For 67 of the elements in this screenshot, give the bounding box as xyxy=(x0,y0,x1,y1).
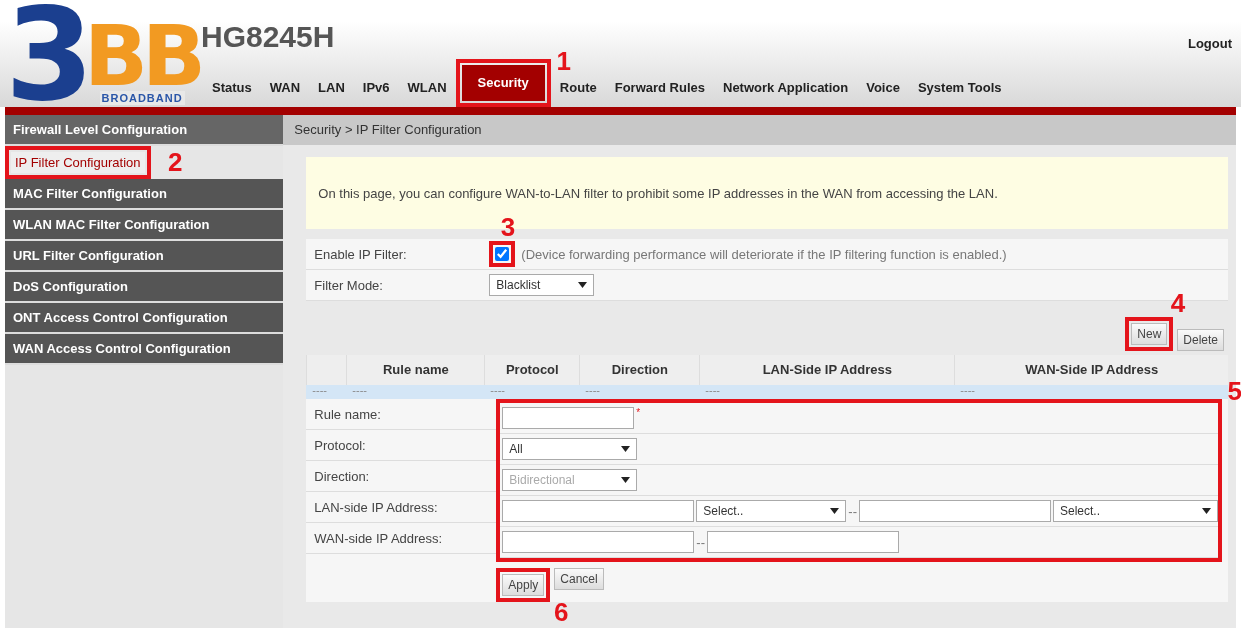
sidebar-item[interactable]: WLAN MAC Filter Configuration xyxy=(5,210,284,241)
warning-note: (Device forwarding performance will deteriorate if the IP filtering function is enabled.) xyxy=(521,246,1007,262)
nav-tab[interactable]: WAN xyxy=(260,78,310,107)
sidebar-item[interactable]: IP Filter Configuration xyxy=(11,152,145,173)
text-field[interactable] xyxy=(502,500,695,522)
nav-tab[interactable]: Voice xyxy=(857,78,909,107)
annotation-number: 4 xyxy=(1170,291,1186,315)
text-field[interactable] xyxy=(859,500,1051,522)
dropdown[interactable]: Select.. xyxy=(696,500,847,522)
field-label: Filter Mode: xyxy=(313,277,384,293)
dropdown[interactable]: All xyxy=(502,438,638,460)
nav-tab[interactable]: WLAN xyxy=(398,78,456,107)
sidebar-item[interactable]: Firewall Level Configuration xyxy=(5,115,284,146)
table-cell: ---- xyxy=(954,385,1228,399)
annotation-number: 2 xyxy=(168,150,183,174)
caret-icon xyxy=(621,477,631,483)
field-label: Rule name: xyxy=(313,406,381,422)
field-label: LAN-side IP Address: xyxy=(313,499,438,515)
device-model: HG8245H xyxy=(201,20,335,54)
text-field[interactable] xyxy=(502,531,695,553)
nav-tab[interactable]: Network Application xyxy=(714,78,858,107)
annotation-number: 6 xyxy=(553,600,569,624)
sidebar-item[interactable]: MAC Filter Configuration xyxy=(5,179,284,210)
form-button[interactable]: Apply xyxy=(502,574,545,596)
field-label: WAN-side IP Address: xyxy=(313,530,443,546)
sidebar-item[interactable]: WAN Access Control Configuration xyxy=(5,334,284,365)
caret-icon xyxy=(621,446,631,452)
field-label: Direction: xyxy=(313,468,370,484)
action-button[interactable]: Delete xyxy=(1177,329,1224,351)
nav-tab[interactable]: LAN xyxy=(309,78,354,107)
nav-tab[interactable]: Security xyxy=(461,65,545,101)
annotation-number: 5 xyxy=(1227,379,1241,403)
form-button[interactable]: Cancel xyxy=(554,568,604,590)
nav-tab[interactable]: Forward Rules xyxy=(605,78,714,107)
annotation-number: 1 xyxy=(556,49,571,73)
table-cell: ---- xyxy=(579,385,700,399)
logo-letters: BB xyxy=(84,21,201,91)
table-cell: ---- xyxy=(346,385,485,399)
sidebar-item[interactable]: ONT Access Control Configuration xyxy=(5,303,284,334)
range-dash: -- xyxy=(696,534,705,550)
sidebar-item[interactable]: DoS Configuration xyxy=(5,272,284,303)
field-label: Enable IP Filter: xyxy=(313,246,408,262)
checkbox[interactable] xyxy=(495,247,510,261)
caret-icon xyxy=(830,508,840,514)
caret-icon xyxy=(1202,508,1211,514)
nav-tab[interactable]: IPv6 xyxy=(353,78,399,107)
annotation-number: 3 xyxy=(500,215,516,239)
dropdown[interactable]: Select.. xyxy=(1053,500,1218,522)
nav-tab[interactable]: Route xyxy=(550,78,606,107)
logo-numeral: 3 xyxy=(5,3,87,107)
nav-tab[interactable]: Status xyxy=(203,78,261,107)
nav-tab[interactable]: System Tools xyxy=(908,78,1011,107)
table-cell: ---- xyxy=(306,385,347,399)
breadcrumb: Security > IP Filter Configuration xyxy=(283,115,1236,145)
text-field[interactable] xyxy=(502,407,635,429)
dropdown[interactable]: Blacklist xyxy=(489,274,595,296)
logout-link[interactable]: Logout xyxy=(1187,36,1232,51)
caret-icon xyxy=(578,282,588,288)
field-label: Protocol: xyxy=(313,437,366,453)
table-cell: ---- xyxy=(484,385,580,399)
table-cell: ---- xyxy=(699,385,955,399)
logo-tagline: BROADBAND xyxy=(99,91,185,105)
sidebar-item[interactable]: URL Filter Configuration xyxy=(5,241,284,272)
required-mark: * xyxy=(636,407,641,418)
action-button[interactable]: New xyxy=(1131,323,1168,345)
text-field[interactable] xyxy=(707,531,899,553)
range-dash: -- xyxy=(848,503,857,519)
